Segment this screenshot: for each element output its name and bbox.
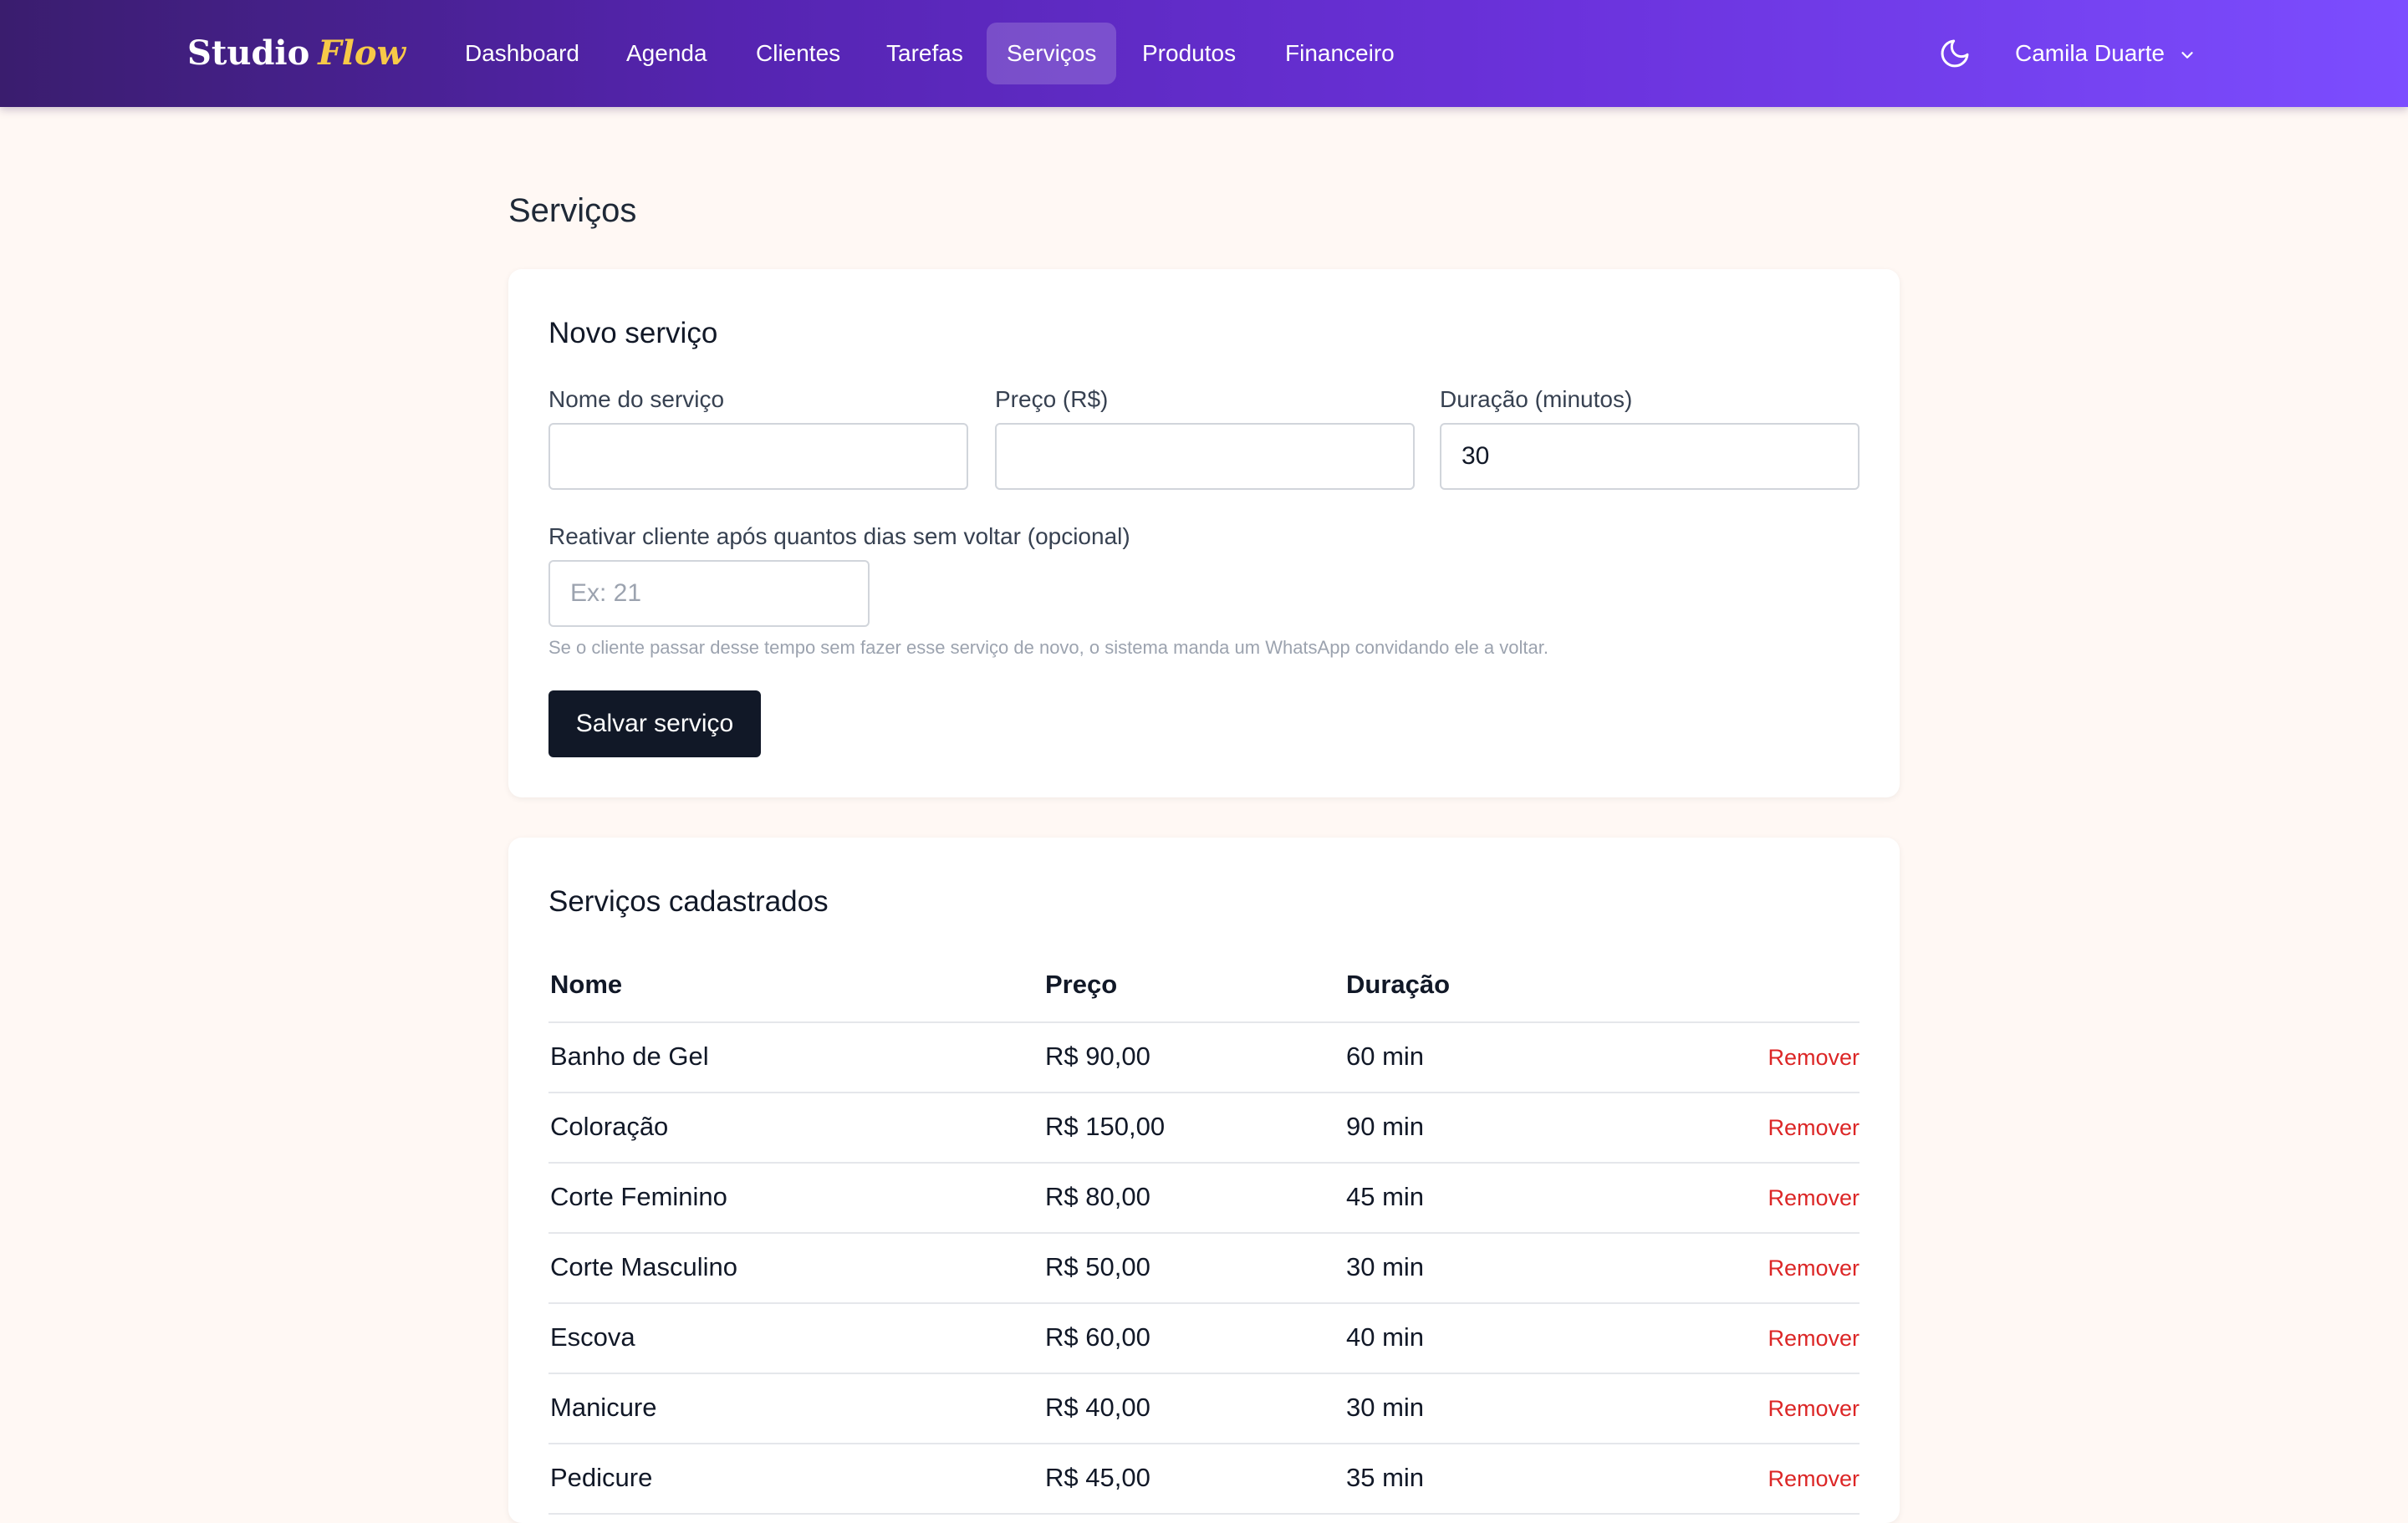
services-table: Nome Preço Duração Banho de Gel R$ 90,00… — [548, 953, 1860, 1515]
service-price-cell: R$ 60,00 — [1045, 1322, 1150, 1352]
chevron-down-icon — [2181, 51, 2193, 59]
nav-item-agenda[interactable]: Agenda — [606, 23, 727, 84]
table-row: Escova R$ 60,00 40 min Remover — [548, 1304, 1860, 1374]
remove-service-button[interactable]: Remover — [1768, 1045, 1860, 1071]
service-price-cell: R$ 80,00 — [1045, 1182, 1150, 1211]
service-name-input[interactable] — [548, 423, 968, 490]
user-name: Camila Duarte — [2015, 40, 2165, 66]
reactivate-days-label: Reativar cliente após quantos dias sem v… — [548, 523, 1130, 549]
nav-item-dashboard[interactable]: Dashboard — [445, 23, 599, 84]
service-duration-label: Duração (minutos) — [1440, 386, 1633, 412]
remove-service-button[interactable]: Remover — [1768, 1256, 1860, 1281]
service-price-label: Preço (R$) — [995, 386, 1109, 412]
column-header-name: Nome — [550, 970, 623, 999]
service-price-cell: R$ 90,00 — [1045, 1042, 1150, 1071]
service-name-cell: Banho de Gel — [550, 1042, 709, 1071]
service-price-cell: R$ 40,00 — [1045, 1393, 1150, 1422]
user-menu[interactable]: Camila Duarte — [2015, 28, 2196, 79]
remove-service-button[interactable]: Remover — [1768, 1396, 1860, 1422]
table-row: Corte Masculino R$ 50,00 30 min Remover — [548, 1234, 1860, 1304]
table-row: Corte Feminino R$ 80,00 45 min Remover — [548, 1164, 1860, 1234]
service-price-cell: R$ 150,00 — [1045, 1112, 1166, 1141]
save-service-button[interactable]: Salvar serviço — [548, 690, 761, 757]
service-name-label: Nome do serviço — [548, 386, 725, 412]
moon-icon[interactable] — [1938, 37, 1972, 70]
nav-item-produtos[interactable]: Produtos — [1122, 23, 1256, 84]
table-row: Banho de Gel R$ 90,00 60 min Remover — [548, 1023, 1860, 1093]
page-title: Serviços — [508, 192, 637, 229]
table-row: Coloração R$ 150,00 90 min Remover — [548, 1093, 1860, 1164]
service-duration-cell: 40 min — [1346, 1322, 1425, 1352]
service-price-cell: R$ 50,00 — [1045, 1252, 1150, 1281]
table-row: Pedicure R$ 45,00 35 min Remover — [548, 1444, 1860, 1515]
brand-name-accent: Flow — [318, 33, 406, 73]
service-price-input[interactable] — [995, 423, 1415, 490]
nav-item-servicos[interactable]: Serviços — [987, 23, 1117, 84]
service-duration-cell: 60 min — [1346, 1042, 1425, 1071]
reactivate-hint: Se o cliente passar desse tempo sem faze… — [548, 637, 1548, 658]
service-duration-cell: 30 min — [1346, 1252, 1425, 1281]
top-navbar: Studio Flow Dashboard Agenda Clientes Tar… — [0, 0, 2408, 107]
table-row: Manicure R$ 40,00 30 min Remover — [548, 1374, 1860, 1444]
column-header-price: Preço — [1045, 970, 1118, 999]
remove-service-button[interactable]: Remover — [1768, 1185, 1860, 1211]
service-name-cell: Pedicure — [550, 1463, 653, 1492]
services-list-card: Serviços cadastrados Nome Preço Duração … — [508, 838, 1900, 1523]
table-header: Nome Preço Duração — [548, 953, 1860, 1023]
remove-service-button[interactable]: Remover — [1768, 1466, 1860, 1492]
remove-service-button[interactable]: Remover — [1768, 1115, 1860, 1141]
service-name-cell: Corte Masculino — [550, 1252, 737, 1281]
service-price-cell: R$ 45,00 — [1045, 1463, 1150, 1492]
nav-item-clientes[interactable]: Clientes — [736, 23, 860, 84]
service-name-cell: Escova — [550, 1322, 635, 1352]
service-duration-cell: 45 min — [1346, 1182, 1425, 1211]
reactivate-days-input[interactable] — [548, 560, 870, 627]
remove-service-button[interactable]: Remover — [1768, 1326, 1860, 1352]
services-list-title: Serviços cadastrados — [548, 885, 829, 918]
service-duration-cell: 90 min — [1346, 1112, 1425, 1141]
service-duration-input[interactable] — [1440, 423, 1860, 490]
nav-item-tarefas[interactable]: Tarefas — [866, 23, 983, 84]
service-name-cell: Manicure — [550, 1393, 657, 1422]
service-name-cell: Corte Feminino — [550, 1182, 727, 1211]
service-duration-cell: 30 min — [1346, 1393, 1425, 1422]
new-service-title: Novo serviço — [548, 317, 718, 349]
brand-name: Studio — [187, 33, 310, 73]
new-service-card: Novo serviço Nome do serviço Preço (R$) … — [508, 269, 1900, 797]
service-duration-cell: 35 min — [1346, 1463, 1425, 1492]
nav-item-financeiro[interactable]: Financeiro — [1265, 23, 1415, 84]
service-name-cell: Coloração — [550, 1112, 669, 1141]
brand-logo[interactable]: Studio Flow — [187, 28, 406, 79]
column-header-duration: Duração — [1346, 970, 1451, 999]
